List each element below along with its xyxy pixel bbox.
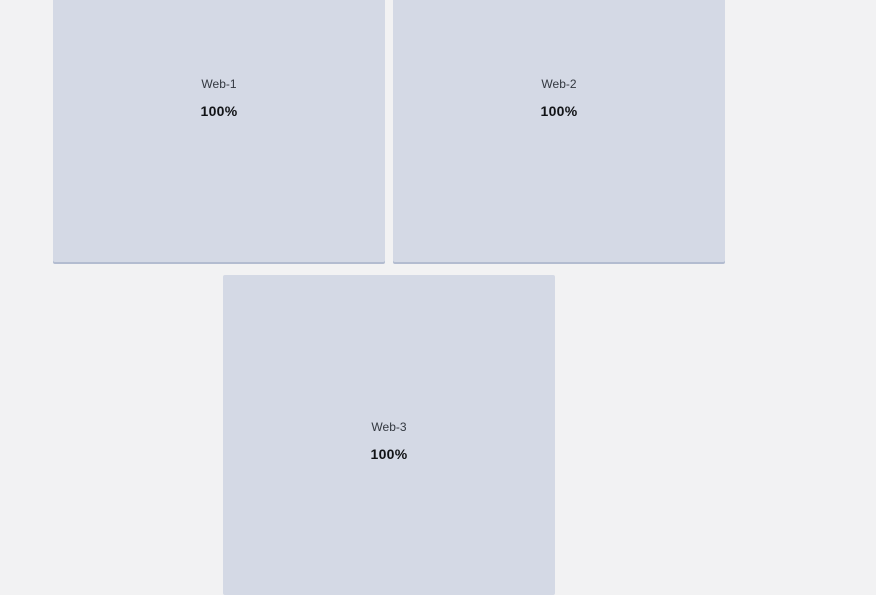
server-name: Web-3 xyxy=(371,420,407,434)
server-percentage: 100% xyxy=(540,103,578,119)
server-name: Web-1 xyxy=(201,77,237,91)
server-name: Web-2 xyxy=(541,77,577,91)
server-tile-content: Web-2 100% xyxy=(393,77,725,119)
server-tile-content: Web-1 100% xyxy=(53,77,385,119)
server-tile-content: Web-3 100% xyxy=(223,420,555,462)
server-percentage: 100% xyxy=(200,103,238,119)
server-tile-web-2[interactable]: Web-2 100% xyxy=(393,0,725,262)
server-tile-web-1[interactable]: Web-1 100% xyxy=(53,0,385,262)
server-percentage: 100% xyxy=(370,446,408,462)
server-tile-web-3[interactable]: Web-3 100% xyxy=(223,275,555,595)
